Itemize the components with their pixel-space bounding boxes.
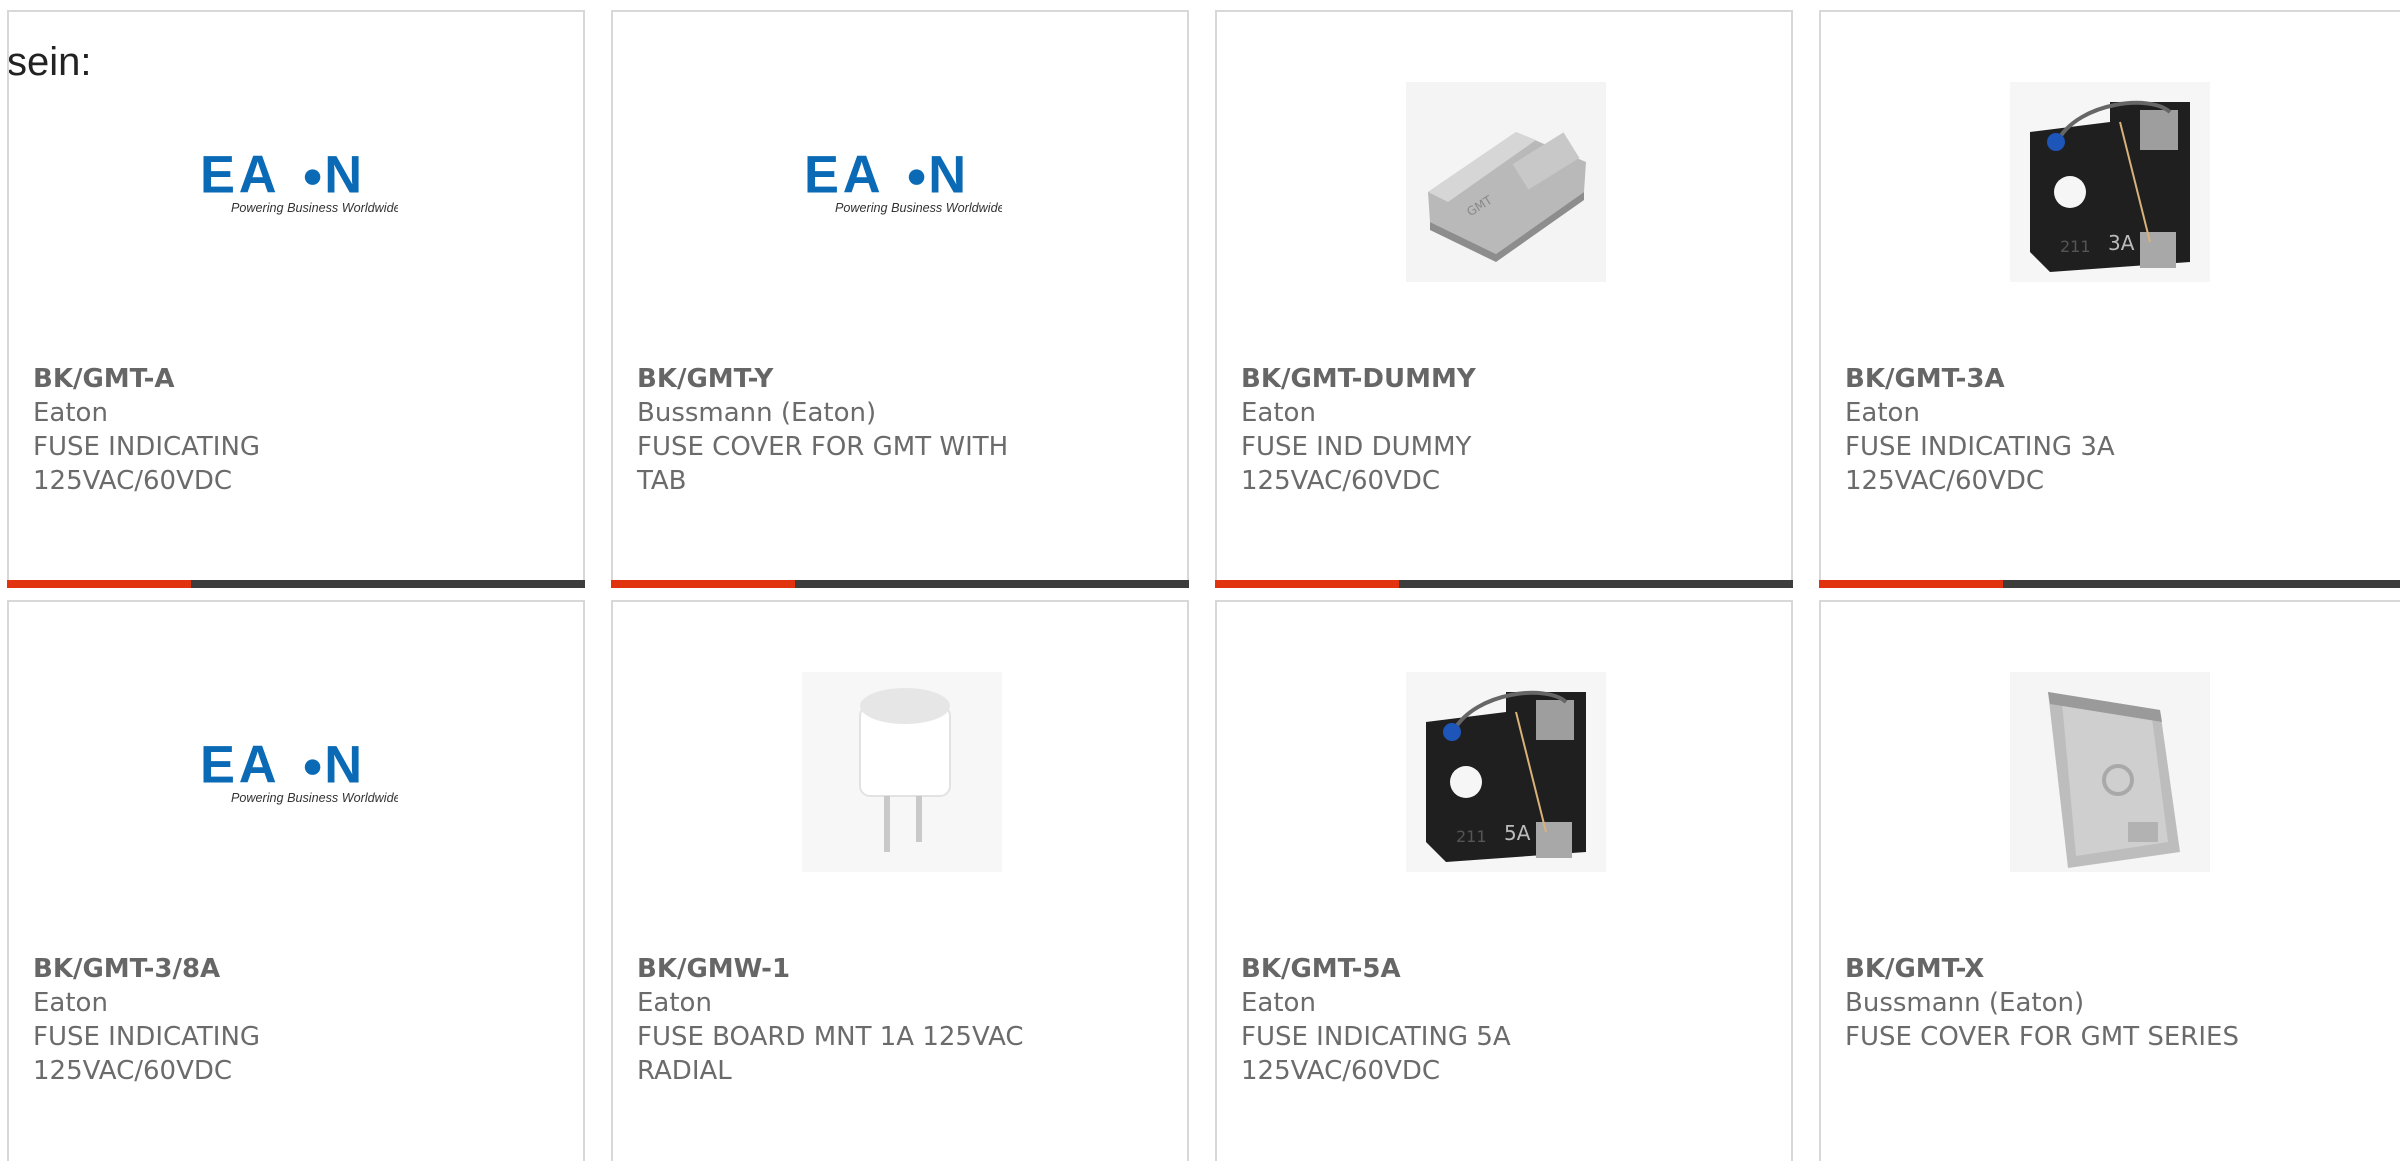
- product-info: BK/GMT-3A Eaton FUSE INDICATING 3A 125VA…: [1845, 362, 2315, 498]
- svg-text:211: 211: [1456, 827, 1487, 846]
- product-mpn[interactable]: BK/GMT-3/8A: [33, 952, 503, 986]
- product-description: FUSE INDICATING: [33, 432, 261, 462]
- product-info: BK/GMT-Y Bussmann (Eaton) FUSE COVER FOR…: [637, 362, 1107, 498]
- product-description: FUSE INDICATING 3A: [1845, 432, 2115, 462]
- product-description-line2: 125VAC/60VDC: [33, 466, 233, 496]
- svg-text:N: N: [928, 147, 966, 205]
- dummy-fuse-image: GMT: [1406, 82, 1606, 282]
- svg-text:E: E: [200, 737, 237, 795]
- product-card[interactable]: E A N Powering Business Worldwide BK/GMT…: [7, 600, 585, 1161]
- product-description: FUSE COVER FOR GMT WITH: [637, 432, 1009, 462]
- svg-text:A: A: [239, 147, 277, 205]
- product-card[interactable]: GMT BK/GMT-DUMMY Eaton FUSE IND DUMMY 12…: [1215, 10, 1793, 588]
- product-description: FUSE INDICATING 5A: [1241, 1022, 1511, 1052]
- radial-fuse-image: [802, 672, 1002, 872]
- product-description-line2: 125VAC/60VDC: [33, 1056, 233, 1086]
- product-description-line2: 125VAC/60VDC: [1845, 466, 2045, 496]
- product-description-line2: 125VAC/60VDC: [1241, 1056, 1441, 1086]
- eaton-logo-icon: E A N Powering Business Worldwide: [200, 737, 398, 805]
- svg-text:A: A: [843, 147, 881, 205]
- svg-text:N: N: [324, 737, 362, 795]
- eaton-logo-icon: E A N Powering Business Worldwide: [200, 147, 398, 215]
- product-mpn[interactable]: BK/GMT-3A: [1845, 362, 2315, 396]
- product-grid-page: sein: E A N Powering Business Worldwide …: [0, 0, 2400, 1161]
- eaton-logo-image: E A N Powering Business Worldwide: [198, 672, 398, 872]
- indicating-fuse-icon: 211 5A: [1406, 672, 1606, 872]
- product-mpn[interactable]: BK/GMT-A: [33, 362, 503, 396]
- product-mpn[interactable]: BK/GMT-Y: [637, 362, 1107, 396]
- product-description-line2: 125VAC/60VDC: [1241, 466, 1441, 496]
- fuse-cover-image: [2010, 672, 2210, 872]
- card-accent-bar: [1819, 580, 2003, 588]
- radial-fuse-icon: [802, 672, 1002, 872]
- svg-text:3A: 3A: [2108, 231, 2135, 255]
- eaton-logo-icon: E A N Powering Business Worldwide: [804, 147, 1002, 215]
- product-card[interactable]: 211 3A BK/GMT-3A Eaton FUSE INDICATING 3…: [1819, 10, 2400, 588]
- indicating-fuse-icon: 211 3A: [2010, 82, 2210, 282]
- product-mpn[interactable]: BK/GMT-5A: [1241, 952, 1711, 986]
- card-accent-bar: [611, 580, 795, 588]
- product-info: BK/GMT-DUMMY Eaton FUSE IND DUMMY 125VAC…: [1241, 362, 1711, 498]
- card-bottom-bar: [1819, 580, 2400, 588]
- dummy-fuse-icon: GMT: [1406, 82, 1606, 282]
- product-manufacturer: Eaton: [33, 398, 108, 428]
- svg-text:N: N: [324, 147, 362, 205]
- svg-text:A: A: [239, 737, 277, 795]
- product-manufacturer: Eaton: [33, 988, 108, 1018]
- product-manufacturer: Eaton: [1845, 398, 1920, 428]
- product-card[interactable]: E A N Powering Business Worldwide BK/GMT…: [611, 10, 1189, 588]
- svg-text:211: 211: [2060, 237, 2091, 256]
- product-description-line2: TAB: [637, 466, 687, 496]
- product-manufacturer: Eaton: [1241, 988, 1316, 1018]
- product-card[interactable]: BK/GMW-1 Eaton FUSE BOARD MNT 1A 125VAC …: [611, 600, 1189, 1161]
- indicating-fuse-image: 211 3A: [2010, 82, 2210, 282]
- indicating-fuse-image: 211 5A: [1406, 672, 1606, 872]
- product-mpn[interactable]: BK/GMT-X: [1845, 952, 2315, 986]
- product-manufacturer: Eaton: [1241, 398, 1316, 428]
- product-manufacturer: Bussmann (Eaton): [1845, 988, 2085, 1018]
- svg-text:Powering Business Worldwide: Powering Business Worldwide: [835, 201, 1002, 215]
- card-bottom-bar: [1215, 580, 1793, 588]
- product-manufacturer: Eaton: [637, 988, 712, 1018]
- product-info: BK/GMT-A Eaton FUSE INDICATING 125VAC/60…: [33, 362, 503, 498]
- svg-text:Powering Business Worldwide: Powering Business Worldwide: [231, 791, 398, 805]
- card-accent-bar: [1215, 580, 1399, 588]
- product-description-line2: RADIAL: [637, 1056, 732, 1086]
- product-manufacturer: Bussmann (Eaton): [637, 398, 877, 428]
- product-info: BK/GMT-X Bussmann (Eaton) FUSE COVER FOR…: [1845, 952, 2315, 1054]
- product-info: BK/GMW-1 Eaton FUSE BOARD MNT 1A 125VAC …: [637, 952, 1107, 1088]
- product-description: FUSE COVER FOR GMT SERIES: [1845, 1022, 2239, 1052]
- product-info: BK/GMT-5A Eaton FUSE INDICATING 5A 125VA…: [1241, 952, 1711, 1088]
- product-mpn[interactable]: BK/GMT-DUMMY: [1241, 362, 1711, 396]
- eaton-logo-image: E A N Powering Business Worldwide: [802, 82, 1002, 282]
- fuse-cover-icon: [2010, 672, 2210, 872]
- product-card[interactable]: BK/GMT-X Bussmann (Eaton) FUSE COVER FOR…: [1819, 600, 2400, 1161]
- product-mpn[interactable]: BK/GMW-1: [637, 952, 1107, 986]
- svg-text:5A: 5A: [1504, 821, 1531, 845]
- card-bottom-bar: [611, 580, 1189, 588]
- eaton-logo-image: E A N Powering Business Worldwide: [198, 82, 398, 282]
- svg-text:E: E: [200, 147, 237, 205]
- product-description: FUSE IND DUMMY: [1241, 432, 1472, 462]
- card-accent-bar: [7, 580, 191, 588]
- svg-text:Powering Business Worldwide: Powering Business Worldwide: [231, 201, 398, 215]
- product-description: FUSE BOARD MNT 1A 125VAC: [637, 1022, 1024, 1052]
- svg-text:E: E: [804, 147, 841, 205]
- card-bottom-bar: [7, 580, 585, 588]
- product-card[interactable]: E A N Powering Business Worldwide BK/GMT…: [7, 10, 585, 588]
- product-card[interactable]: 211 5A BK/GMT-5A Eaton FUSE INDICATING 5…: [1215, 600, 1793, 1161]
- product-description: FUSE INDICATING: [33, 1022, 261, 1052]
- product-info: BK/GMT-3/8A Eaton FUSE INDICATING 125VAC…: [33, 952, 503, 1088]
